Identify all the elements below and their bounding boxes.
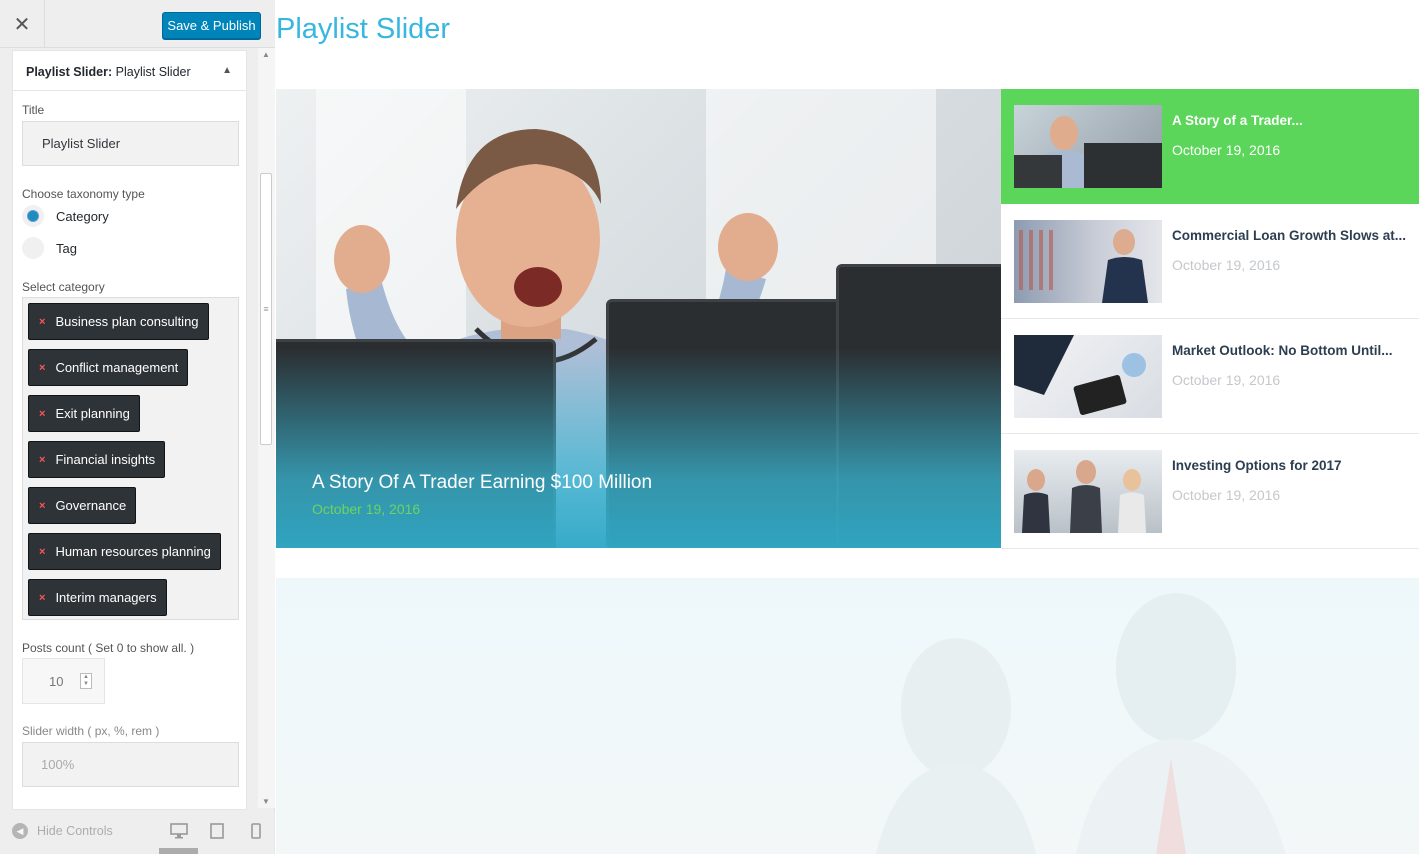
device-active-indicator xyxy=(159,848,198,854)
stepper-icon[interactable]: ▲ ▼ xyxy=(80,673,92,689)
slider-width-label: Slider width ( px, %, rem ) xyxy=(22,724,160,738)
hero-gradient xyxy=(276,348,1001,548)
playlist-thumbnail xyxy=(1014,105,1162,188)
slider-width-input[interactable]: 100% xyxy=(22,742,239,787)
playlist-date: October 19, 2016 xyxy=(1172,487,1281,503)
radio-category[interactable]: Category xyxy=(22,205,109,227)
category-chip[interactable]: × Conflict management xyxy=(28,349,189,386)
remove-icon[interactable]: × xyxy=(39,362,45,374)
playlist-date: October 19, 2016 xyxy=(1172,142,1281,158)
playlist-item[interactable]: Investing Options for 2017 October 19, 2… xyxy=(1001,434,1419,549)
customizer-footer: ◀ Hide Controls xyxy=(0,810,275,854)
site-preview: Playlist Slider A Story Of A Trader Earn… xyxy=(276,0,1419,854)
playlist-title: Commercial Loan Growth Slows at... xyxy=(1172,228,1407,243)
category-chip[interactable]: × Governance xyxy=(28,487,137,524)
playlist: A Story of a Trader... October 19, 2016 … xyxy=(1001,89,1419,549)
remove-icon[interactable]: × xyxy=(39,500,45,512)
save-publish-button[interactable]: Save & Publish xyxy=(162,12,261,39)
collapse-arrow-icon[interactable]: ▲ xyxy=(222,65,232,76)
panel-type: Playlist Slider: xyxy=(26,65,113,79)
playlist-title: Investing Options for 2017 xyxy=(1172,458,1342,473)
category-chip[interactable]: × Exit planning xyxy=(28,395,140,432)
hero-date: October 19, 2016 xyxy=(312,501,421,517)
customizer-header: ✕ Save & Publish xyxy=(0,0,275,48)
faded-background-image xyxy=(876,593,1286,854)
sidebar-scrollbar[interactable]: ▲ ≡ ▼ xyxy=(258,48,275,808)
background-section xyxy=(276,578,1419,854)
remove-icon[interactable]: × xyxy=(39,316,45,328)
mobile-icon[interactable] xyxy=(247,822,265,840)
category-chip[interactable]: × Financial insights xyxy=(28,441,166,478)
playlist-item[interactable]: Commercial Loan Growth Slows at... Octob… xyxy=(1001,204,1419,319)
chip-label: Governance xyxy=(55,498,127,513)
playlist-date: October 19, 2016 xyxy=(1172,257,1281,273)
category-select[interactable]: × Business plan consulting × Conflict mana… xyxy=(22,297,239,620)
radio-tag-label: Tag xyxy=(56,240,77,256)
chip-label: Conflict management xyxy=(55,360,179,375)
playlist-thumbnail xyxy=(1014,450,1162,533)
radio-checked-icon[interactable] xyxy=(22,205,44,227)
playlist-item[interactable]: Market Outlook: No Bottom Until... Octob… xyxy=(1001,319,1419,434)
hero-caption[interactable]: A Story Of A Trader Earning $100 Million xyxy=(312,472,652,494)
scrollbar-thumb[interactable]: ≡ xyxy=(260,173,272,445)
hero-slide[interactable]: A Story Of A Trader Earning $100 Million… xyxy=(276,89,1001,548)
playlist-date: October 19, 2016 xyxy=(1172,372,1281,388)
chip-label: Interim managers xyxy=(55,590,157,605)
title-input[interactable]: Playlist Slider xyxy=(22,121,239,166)
chip-label: Business plan consulting xyxy=(55,314,199,329)
chip-label: Human resources planning xyxy=(55,544,211,559)
playlist-item[interactable]: A Story of a Trader... October 19, 2016 xyxy=(1001,89,1419,204)
chip-label: Financial insights xyxy=(55,452,156,467)
hide-controls-icon: ◀ xyxy=(12,823,28,839)
playlist-thumbnail xyxy=(1014,220,1162,303)
panel-header[interactable]: Playlist Slider: Playlist Slider ▲ xyxy=(13,51,246,91)
category-label: Select category xyxy=(22,280,105,294)
taxonomy-label: Choose taxonomy type xyxy=(22,187,145,201)
category-chip[interactable]: × Human resources planning xyxy=(28,533,221,570)
panel-name: Playlist Slider xyxy=(112,65,191,79)
tablet-icon[interactable] xyxy=(208,822,226,840)
category-chip[interactable]: × Business plan consulting xyxy=(28,303,209,340)
radio-category-label: Category xyxy=(56,208,109,224)
hide-controls-button[interactable]: ◀ Hide Controls xyxy=(12,823,113,839)
category-chip[interactable]: × Interim managers xyxy=(28,579,167,616)
hide-controls-label: Hide Controls xyxy=(37,824,113,838)
remove-icon[interactable]: × xyxy=(39,408,45,420)
widget-panel: Playlist Slider: Playlist Slider ▲ Title… xyxy=(12,50,247,810)
radio-unchecked-icon[interactable] xyxy=(22,237,44,259)
remove-icon[interactable]: × xyxy=(39,454,45,466)
posts-count-value: 10 xyxy=(49,674,64,689)
playlist-title: A Story of a Trader... xyxy=(1172,113,1303,128)
playlist-thumbnail xyxy=(1014,335,1162,418)
customizer-sidebar: ✕ Save & Publish Playlist Slider: Playli… xyxy=(0,0,275,854)
posts-count-input[interactable]: 10 ▲ ▼ xyxy=(22,658,105,704)
scroll-up-icon[interactable]: ▲ xyxy=(262,50,270,59)
desktop-icon[interactable] xyxy=(170,822,188,840)
remove-icon[interactable]: × xyxy=(39,592,45,604)
posts-count-label: Posts count ( Set 0 to show all. ) xyxy=(22,641,195,655)
widget-title: Playlist Slider xyxy=(276,13,451,45)
playlist-title: Market Outlook: No Bottom Until... xyxy=(1172,343,1393,358)
remove-icon[interactable]: × xyxy=(39,546,45,558)
close-icon[interactable]: ✕ xyxy=(0,0,45,48)
title-label: Title xyxy=(22,103,45,117)
radio-tag[interactable]: Tag xyxy=(22,237,77,259)
chip-label: Exit planning xyxy=(55,406,130,421)
scroll-down-icon[interactable]: ▼ xyxy=(262,797,270,806)
